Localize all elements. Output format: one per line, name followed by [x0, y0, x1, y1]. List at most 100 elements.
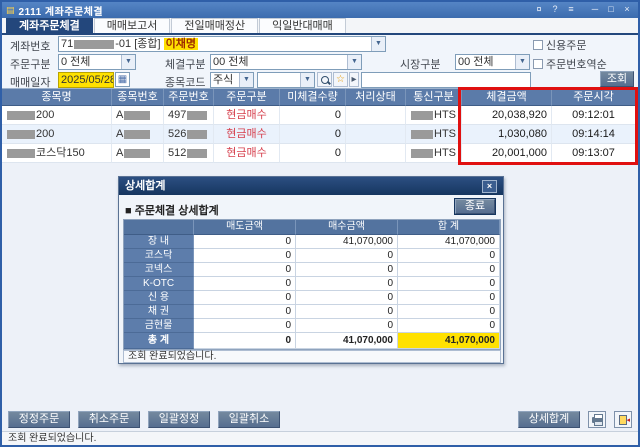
order-type-cell: 현금매수 [214, 144, 280, 163]
detail-total-dialog: 상세합계 × ■ 주문체결 상세합계 종료 매도금액 매수금액 합 계 장 내 … [118, 176, 504, 364]
order-type-cell: 현금매수 [214, 106, 280, 125]
totals-row-bond: 채 권 0 0 0 [124, 305, 500, 319]
stock-code-input[interactable]: ▼ [257, 72, 315, 88]
account-label: 계좌번호 [10, 38, 50, 54]
minimize-button[interactable]: ─ [588, 4, 602, 16]
redacted-block [124, 149, 150, 158]
tab-account-order-exec[interactable]: 계좌주문체결 [6, 18, 93, 33]
search-form: 계좌번호 71-01 [종합] 이채명 ▼ 신용주문 주문구분 0 전체 ▼ 체… [2, 35, 638, 88]
col-header-sell-amount: 매도금액 [194, 220, 296, 235]
status-bar: 조회 완료되었습니다. [2, 431, 638, 445]
favorite-star-icon[interactable]: ☆ [333, 72, 348, 87]
order-type-label: 주문구분 [10, 56, 50, 72]
app-icon: ▤ [6, 5, 15, 16]
chevron-down-icon[interactable]: ▼ [347, 55, 361, 69]
exec-amount-cell: 1,030,080 [462, 125, 552, 144]
chevron-down-icon[interactable]: ▼ [300, 73, 314, 87]
totals-table: 매도금액 매수금액 합 계 장 내 0 41,070,000 41,070,00… [123, 219, 501, 350]
detail-total-button[interactable]: 상세합계 [518, 411, 580, 428]
exec-type-label: 체결구분 [165, 56, 205, 72]
inquiry-button[interactable]: 조회 [600, 71, 634, 87]
tab-nextday-reverse[interactable]: 익일반대매매 [259, 18, 346, 33]
checkbox-icon [533, 59, 543, 69]
table-row[interactable]: 200 A 497 현금매수 0 HTS 20,038,920 09:12:01 [2, 106, 638, 125]
totals-row-kosdaq: 코스닥 0 0 0 [124, 249, 500, 263]
redacted-block [187, 130, 207, 139]
exec-type-select[interactable]: 00 전체 ▼ [210, 54, 362, 70]
order-type-select[interactable]: 0 전체 ▼ [58, 54, 136, 70]
bulk-modify-button[interactable]: 일괄정정 [148, 411, 210, 428]
search-icon[interactable] [317, 72, 332, 87]
order-time-cell: 09:14:14 [552, 125, 636, 144]
totals-row-grand-total: 총 계 0 41,070,000 41,070,000 [124, 333, 500, 349]
link-icon[interactable]: ¤ [532, 4, 546, 16]
table-row[interactable]: 200 A 526 현금매수 0 HTS 1,030,080 09:14:14 [2, 125, 638, 144]
bottom-button-bar: 정정주문 취소주문 일괄정정 일괄취소 상세합계 [2, 408, 638, 431]
order-grid: 종목명 종목번호 주문번호 주문구분 미체결수량 처리상태 통신구분 체결금액 … [2, 88, 638, 163]
menu-icon[interactable]: ≡ [564, 4, 578, 16]
chevron-down-icon[interactable]: ▼ [515, 55, 529, 69]
market-type-select[interactable]: 00 전체 ▼ [455, 54, 530, 70]
chevron-down-icon[interactable]: ▼ [371, 37, 385, 51]
dialog-exit-button[interactable]: 종료 [455, 199, 495, 214]
dialog-status-text: 조회 완료되었습니다. [123, 350, 501, 363]
dialog-section-title: ■ 주문체결 상세합계 [125, 202, 219, 218]
redacted-block [411, 149, 433, 158]
credit-order-checkbox[interactable]: 신용주문 [533, 37, 586, 53]
redacted-block [124, 111, 150, 120]
redacted-block [7, 130, 35, 139]
bulk-cancel-button[interactable]: 일괄취소 [218, 411, 280, 428]
close-button[interactable]: × [620, 4, 634, 16]
order-type-cell: 현금매수 [214, 125, 280, 144]
col-header-order-time[interactable]: 주문시각 [552, 89, 636, 106]
redacted-block [124, 130, 150, 139]
dialog-close-icon[interactable]: × [482, 180, 497, 193]
chevron-down-icon[interactable]: ▼ [239, 73, 253, 87]
totals-row-kospi: 장 내 0 41,070,000 41,070,000 [124, 235, 500, 249]
printer-icon [592, 417, 603, 423]
tab-trade-report[interactable]: 매매보고서 [94, 18, 171, 33]
col-header-total: 합 계 [398, 220, 500, 235]
account-select[interactable]: 71-01 [종합] 이채명 ▼ [58, 36, 386, 52]
maximize-button[interactable]: □ [604, 4, 618, 16]
totals-row-credit: 신 용 0 0 0 [124, 291, 500, 305]
tab-bar: 계좌주문체결 매매보고서 전일매매정산 익일반대매매 [2, 18, 638, 35]
help-icon[interactable]: ? [548, 4, 562, 16]
grand-total-cell: 41,070,000 [398, 333, 500, 349]
market-type-label: 시장구분 [400, 56, 440, 72]
col-header-unfilled-qty[interactable]: 미체결수량 [280, 89, 346, 106]
col-header-order-type[interactable]: 주문구분 [214, 89, 280, 106]
col-header-buy-amount: 매수금액 [296, 220, 398, 235]
redacted-block [187, 111, 207, 120]
dialog-title: 상세합계 [125, 178, 165, 195]
print-button[interactable] [588, 411, 606, 428]
chevron-down-icon[interactable]: ▼ [121, 55, 135, 69]
totals-row-konex: 코넥스 0 0 0 [124, 263, 500, 277]
exec-amount-cell: 20,001,000 [462, 144, 552, 163]
stock-name-input[interactable] [361, 72, 531, 88]
col-header-process-status[interactable]: 처리상태 [346, 89, 406, 106]
app-window: ▤ 2111 계좌주문체결 ¤ ? ≡ ─ □ × 계좌주문체결 매매보고서 전… [0, 0, 640, 447]
expand-arrow-icon[interactable]: ▸ [349, 72, 359, 87]
col-header-order-no[interactable]: 주문번호 [164, 89, 214, 106]
exit-door-icon [619, 415, 627, 425]
tab-prevday-settlement[interactable]: 전일매매정산 [171, 18, 258, 33]
trade-date-field[interactable]: 2025/05/28 [58, 72, 114, 88]
col-header-stock-name[interactable]: 종목명 [2, 89, 112, 106]
order-time-cell: 09:12:01 [552, 106, 636, 125]
exit-button[interactable] [614, 411, 632, 428]
calendar-icon[interactable]: ▦ [115, 72, 130, 87]
redacted-block [411, 130, 433, 139]
code-type-select[interactable]: 주식 ▼ [210, 72, 254, 88]
title-bar: ▤ 2111 계좌주문체결 ¤ ? ≡ ─ □ × [2, 2, 638, 18]
reverse-order-checkbox[interactable]: 주문번호역순 [533, 56, 607, 72]
redacted-block [187, 149, 207, 158]
col-header-stock-code[interactable]: 종목번호 [112, 89, 164, 106]
col-header-exec-amount[interactable]: 체결금액 [462, 89, 552, 106]
table-row[interactable]: 코스닥150 A 512 현금매수 0 HTS 20,001,000 09:13… [2, 144, 638, 163]
window-title: 2111 계좌주문체결 [19, 3, 104, 18]
checkbox-icon [533, 40, 543, 50]
col-header-channel[interactable]: 통신구분 [406, 89, 462, 106]
cancel-order-button[interactable]: 취소주문 [78, 411, 140, 428]
modify-order-button[interactable]: 정정주문 [8, 411, 70, 428]
